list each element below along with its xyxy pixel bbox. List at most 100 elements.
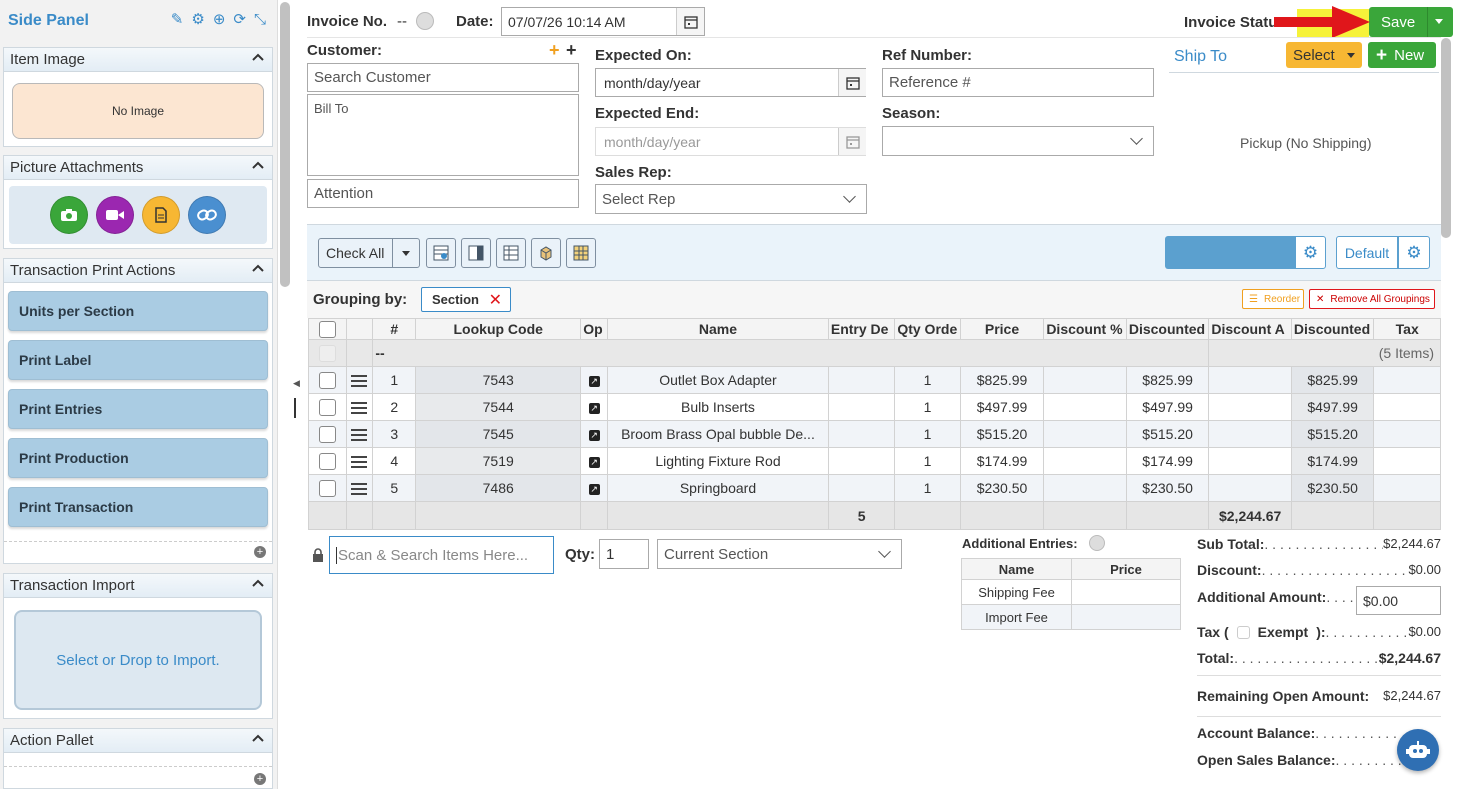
side-panel-scrollbar[interactable] bbox=[280, 2, 290, 287]
default-layout-button[interactable]: Default bbox=[1336, 236, 1398, 269]
section[interactable] bbox=[1373, 393, 1441, 421]
price[interactable]: $230.50 bbox=[959, 474, 1045, 502]
ship-to-new-button[interactable]: + New bbox=[1368, 42, 1436, 68]
row-select[interactable] bbox=[308, 393, 347, 421]
drag-handle-icon[interactable] bbox=[351, 375, 368, 388]
additional-amount-input[interactable]: $0.00 bbox=[1356, 586, 1441, 615]
split-view-icon[interactable] bbox=[461, 238, 491, 268]
discount-percent[interactable] bbox=[1043, 420, 1127, 448]
discount-percent[interactable] bbox=[1043, 447, 1127, 475]
row-select[interactable] bbox=[308, 447, 347, 475]
entry-desc[interactable] bbox=[827, 366, 896, 394]
lock-icon[interactable] bbox=[312, 548, 324, 565]
document-icon[interactable] bbox=[142, 196, 180, 234]
splitter-handle[interactable] bbox=[294, 398, 296, 418]
save-button[interactable]: Save bbox=[1369, 7, 1453, 37]
row-checkbox[interactable] bbox=[318, 452, 336, 470]
lookup-icon[interactable] bbox=[416, 12, 434, 30]
calendar-icon[interactable] bbox=[838, 69, 866, 96]
table-view-icon[interactable] bbox=[496, 238, 526, 268]
row-drag[interactable] bbox=[345, 447, 374, 475]
column-header[interactable]: Discounted bbox=[1125, 318, 1210, 340]
column-header[interactable]: Price bbox=[959, 318, 1045, 340]
add-customer-icon[interactable]: + bbox=[549, 40, 560, 61]
add-icon[interactable]: + bbox=[254, 546, 266, 558]
customer-search-input[interactable]: Search Customer bbox=[307, 63, 579, 92]
layout-selector[interactable] bbox=[1165, 236, 1295, 269]
open-item-icon[interactable]: ↗ bbox=[588, 375, 600, 387]
qty-ordered[interactable]: 1 bbox=[894, 393, 961, 421]
row-checkbox[interactable] bbox=[318, 479, 336, 497]
section[interactable] bbox=[1373, 447, 1441, 475]
print-production-button[interactable]: Print Production bbox=[8, 438, 268, 478]
discounted-price[interactable]: $515.20 bbox=[1125, 420, 1210, 448]
discount-percent[interactable] bbox=[1043, 474, 1127, 502]
open-item-icon[interactable]: ↗ bbox=[588, 483, 600, 495]
entry-desc[interactable] bbox=[827, 420, 896, 448]
drag-handle-icon[interactable] bbox=[351, 456, 368, 469]
bill-to-textarea[interactable]: Bill To bbox=[307, 94, 579, 176]
row-select[interactable] bbox=[308, 474, 347, 502]
column-header[interactable]: # bbox=[372, 318, 417, 340]
new-customer-icon[interactable]: + bbox=[566, 40, 577, 61]
column-header[interactable]: Op bbox=[580, 318, 609, 340]
select-all-checkbox[interactable] bbox=[308, 318, 347, 340]
open-item-icon[interactable]: ↗ bbox=[588, 429, 600, 441]
chevron-up-icon[interactable] bbox=[250, 260, 266, 276]
column-header[interactable]: Entry De bbox=[827, 318, 896, 340]
section[interactable] bbox=[1373, 420, 1441, 448]
chevron-up-icon[interactable] bbox=[250, 157, 266, 173]
price[interactable]: $825.99 bbox=[959, 366, 1045, 394]
column-header[interactable]: Tax bbox=[1373, 318, 1441, 340]
chevron-up-icon[interactable] bbox=[250, 730, 266, 746]
column-header[interactable]: Qty Orde bbox=[894, 318, 961, 340]
qty-ordered[interactable]: 1 bbox=[894, 447, 961, 475]
discount-amount[interactable] bbox=[1208, 447, 1292, 475]
row-drag[interactable] bbox=[345, 474, 374, 502]
expected-on-input[interactable]: month/day/year bbox=[595, 68, 866, 97]
remove-all-groupings-button[interactable]: ✕ Remove All Groupings bbox=[1309, 289, 1435, 309]
entry-desc[interactable] bbox=[827, 447, 896, 475]
column-header[interactable]: Discounted bbox=[1290, 318, 1375, 340]
discount-amount[interactable] bbox=[1208, 393, 1292, 421]
section[interactable] bbox=[1373, 366, 1441, 394]
ship-to-select-button[interactable]: Select bbox=[1286, 42, 1362, 68]
check-all-button[interactable]: Check All bbox=[318, 238, 420, 268]
price[interactable]: $497.99 bbox=[959, 393, 1045, 421]
gear-icon[interactable]: ⚙ bbox=[1398, 236, 1430, 269]
discounted-price[interactable]: $825.99 bbox=[1125, 366, 1210, 394]
column-header[interactable]: Discount % bbox=[1043, 318, 1127, 340]
chevron-up-icon[interactable] bbox=[250, 49, 266, 65]
section[interactable] bbox=[1373, 474, 1441, 502]
units-per-section-button[interactable]: Units per Section bbox=[8, 291, 268, 331]
gear-icon[interactable]: ⚙ bbox=[1295, 236, 1326, 269]
pencil-icon[interactable]: ✎ bbox=[171, 11, 184, 29]
table-row[interactable]: 4 7519 ↗ Lighting Fixture Rod 1 $174.99 $174.9… bbox=[308, 447, 1441, 475]
date-input[interactable]: 07/07/26 10:14 AM bbox=[501, 7, 705, 36]
entry-desc[interactable] bbox=[827, 474, 896, 502]
row-drag[interactable] bbox=[345, 393, 374, 421]
qty-ordered[interactable]: 1 bbox=[894, 420, 961, 448]
reorder-button[interactable]: ☰ Reorder bbox=[1242, 289, 1304, 309]
video-icon[interactable] bbox=[96, 196, 134, 234]
qty-ordered[interactable]: 1 bbox=[894, 366, 961, 394]
discount-percent[interactable] bbox=[1043, 366, 1127, 394]
entry-price[interactable] bbox=[1071, 579, 1181, 605]
add-icon[interactable]: + bbox=[254, 773, 266, 785]
expected-end-input[interactable]: month/day/year bbox=[595, 127, 866, 156]
chevron-up-icon[interactable] bbox=[250, 575, 266, 591]
open-item-icon[interactable]: ↗ bbox=[588, 456, 600, 468]
scan-search-input[interactable]: Scan & Search Items Here... bbox=[329, 536, 554, 574]
discount-percent[interactable] bbox=[1043, 393, 1127, 421]
sales-rep-select[interactable]: Select Rep bbox=[595, 184, 867, 214]
lookup-icon[interactable] bbox=[1089, 535, 1105, 551]
discount-amount[interactable] bbox=[1208, 420, 1292, 448]
row-select[interactable] bbox=[308, 420, 347, 448]
discounted-price[interactable]: $174.99 bbox=[1125, 447, 1210, 475]
row-op[interactable]: ↗ bbox=[580, 447, 609, 475]
row-op[interactable]: ↗ bbox=[580, 393, 609, 421]
qty-ordered[interactable]: 1 bbox=[894, 474, 961, 502]
entry-price[interactable] bbox=[1071, 604, 1181, 630]
drag-handle-icon[interactable] bbox=[351, 483, 368, 496]
collapse-arrow-icon[interactable]: ◀ bbox=[293, 378, 300, 389]
